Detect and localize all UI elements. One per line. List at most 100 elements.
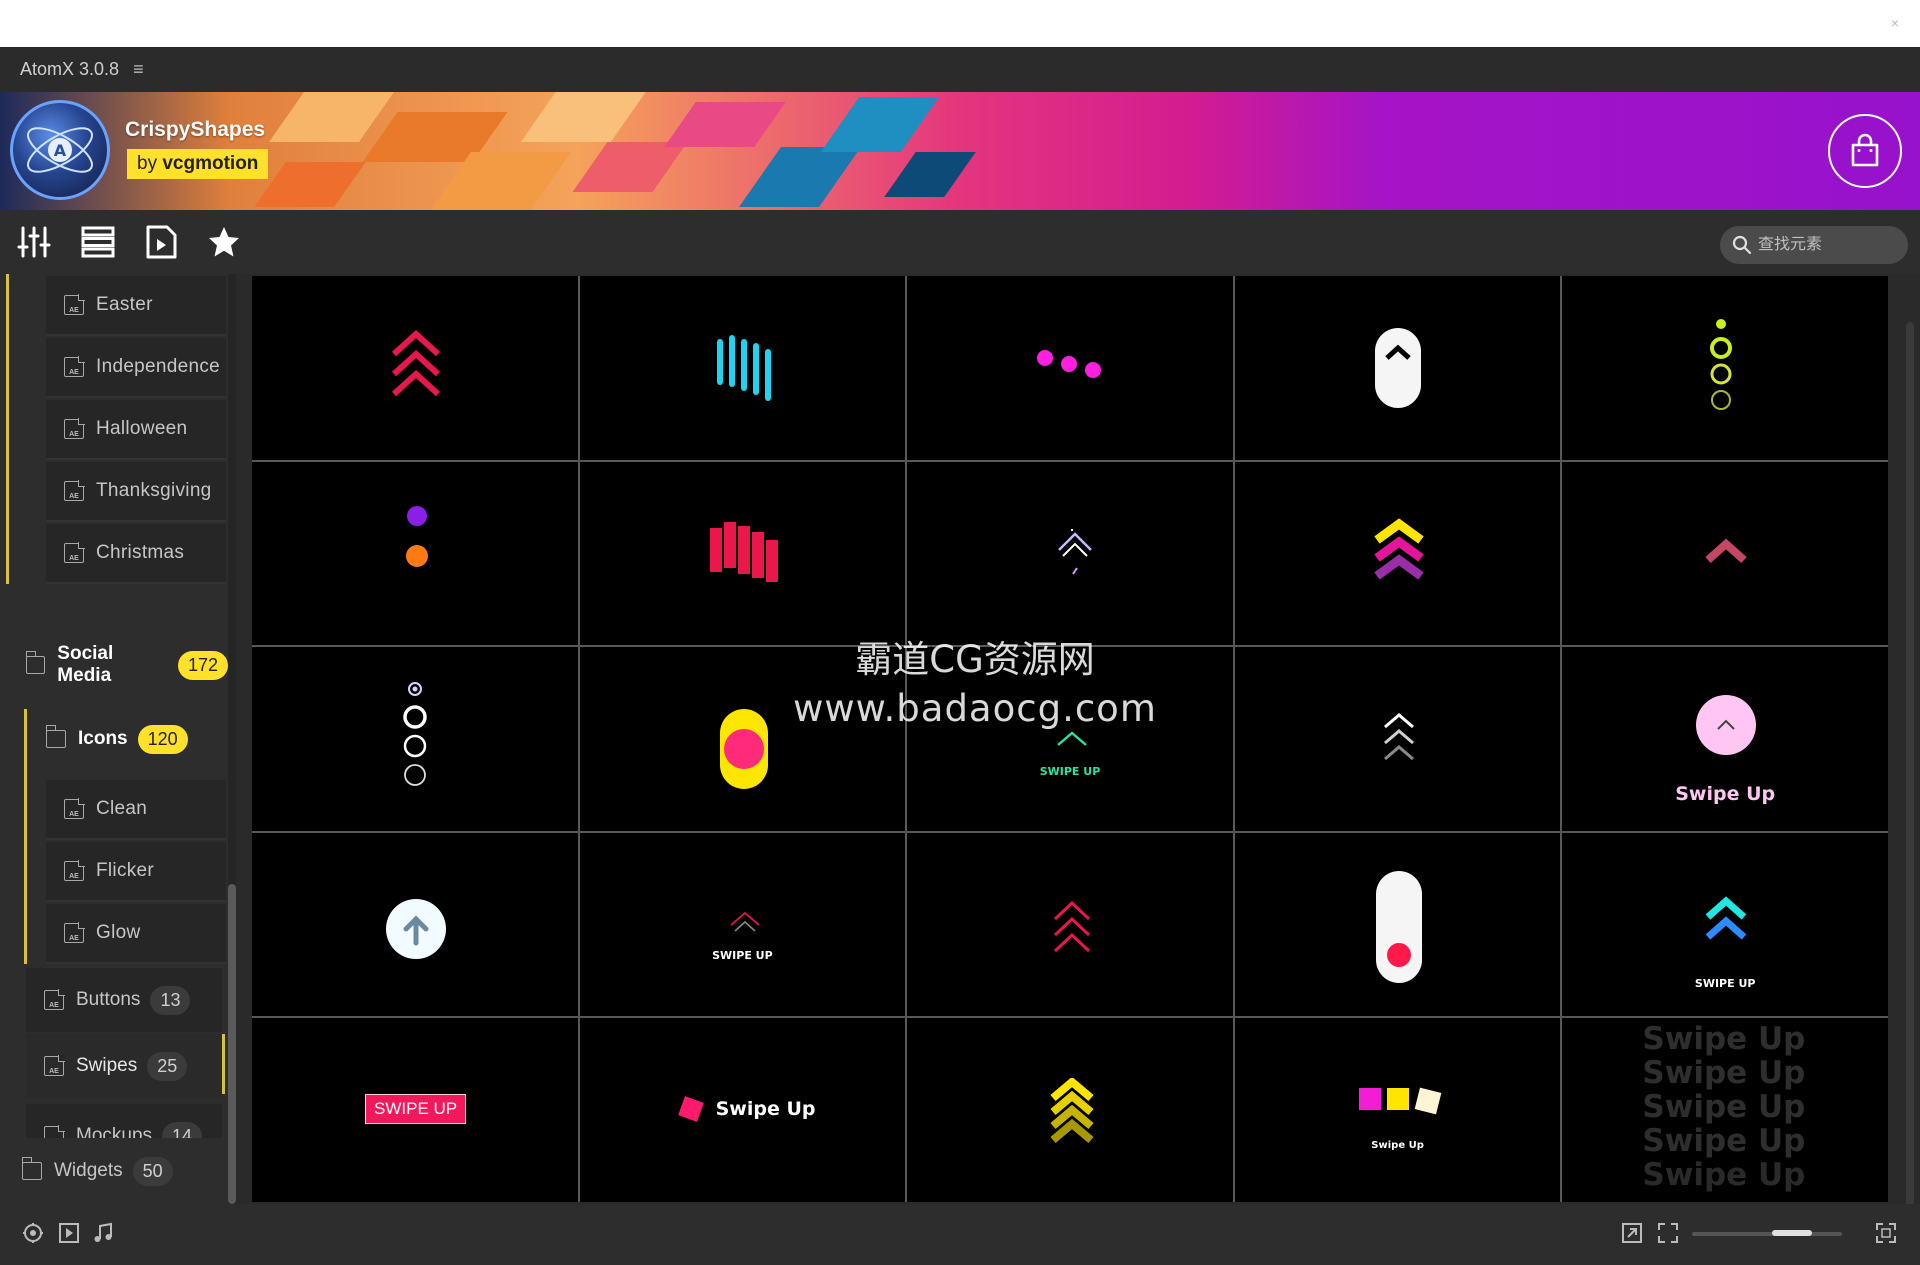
preset-tile[interactable]: SWIPE UP [907, 647, 1233, 831]
star-icon[interactable] [206, 224, 242, 260]
preset-tile[interactable] [907, 1018, 1233, 1202]
ae-file-icon: AE [64, 922, 85, 943]
author-name: vcgmotion [162, 153, 259, 174]
preset-tile[interactable]: Swipe Up [579, 1018, 906, 1202]
ae-file-icon: AE [64, 480, 85, 501]
preset-tile[interactable]: SWIPE UP [252, 1018, 578, 1202]
ae-file-icon: AE [64, 294, 85, 315]
swipe-up-label: SWIPE UP [1694, 976, 1756, 990]
shopping-bag-icon [1851, 133, 1879, 167]
title-bar: AtomX 3.0.8 ≡ [0, 47, 1920, 92]
sidebar-item-flicker[interactable]: AE Flicker [46, 842, 226, 902]
sidebar-item-label: Independence [96, 356, 221, 377]
preset-tile[interactable] [252, 276, 578, 460]
preset-tile[interactable]: Swipe Up [1234, 1018, 1561, 1202]
folder-icon [22, 1157, 42, 1180]
sidebar-item-halloween[interactable]: AE Halloween [46, 400, 226, 460]
preset-tile[interactable] [1234, 832, 1561, 1017]
selection-marker [222, 1034, 225, 1094]
preset-tile[interactable]: Swipe Up Swipe Up Swipe Up Swipe Up Swip… [1562, 1018, 1888, 1202]
preset-tile[interactable] [1562, 276, 1888, 460]
pack-banner: A CrispyShapes by vcgmotion [0, 92, 1920, 210]
preset-tile[interactable] [1234, 461, 1561, 646]
preset-tile[interactable] [252, 461, 578, 646]
panel-splitter[interactable] [236, 274, 252, 1204]
tree-guide-line [6, 274, 9, 584]
category-sidebar: AE Easter AE Independence AE Halloween A… [0, 274, 228, 1204]
svg-text:A: A [54, 141, 67, 160]
play-box-icon[interactable] [56, 1220, 82, 1246]
sidebar-item-christmas[interactable]: AE Christmas [46, 524, 226, 584]
preset-tile[interactable] [579, 461, 906, 646]
sidebar-item-thanksgiving[interactable]: AE Thanksgiving [46, 462, 226, 522]
preset-tile[interactable] [252, 647, 578, 831]
sliders-icon[interactable] [16, 224, 52, 260]
music-note-icon[interactable] [90, 1220, 116, 1246]
sidebar-item-label: Glow [96, 922, 141, 943]
zoom-slider[interactable] [1692, 1230, 1842, 1236]
swipe-up-label: Swipe Up [1675, 783, 1776, 806]
status-bar [0, 1204, 1920, 1265]
sidebar-folder-social-media[interactable]: Social Media 172 [8, 634, 228, 696]
preset-tile[interactable] [907, 276, 1233, 460]
atomx-logo: A [10, 100, 110, 200]
pack-author-badge[interactable]: by vcgmotion [127, 149, 269, 179]
preset-tile[interactable] [252, 832, 578, 1017]
folder-icon [26, 651, 46, 674]
tree-guide-line [24, 709, 27, 964]
swipe-up-label: Swipe Up [1642, 1055, 1806, 1092]
count-badge: 50 [132, 1156, 173, 1186]
ae-file-icon: AE [64, 418, 85, 439]
preset-tile[interactable]: SWIPE UP [1562, 832, 1888, 1017]
sidebar-folder-label: Social Media [57, 643, 114, 686]
sidebar-item-glow[interactable]: AE Glow [46, 904, 226, 964]
close-icon[interactable]: × [1880, 9, 1910, 37]
hamburger-icon[interactable]: ≡ [133, 59, 144, 80]
ae-file-icon: AE [64, 542, 85, 563]
sidebar-item-label: Swipes [76, 1055, 138, 1076]
preset-tile[interactable] [1562, 461, 1888, 646]
camera-icon[interactable] [20, 1220, 46, 1246]
sidebar-item-label: Thanksgiving [96, 480, 212, 501]
expand-icon[interactable] [1873, 1220, 1899, 1246]
swipe-up-label: SWIPE UP [712, 948, 773, 962]
swipe-up-label: Swipe Up [1642, 1157, 1806, 1194]
sidebar-folder-widgets[interactable]: Widgets 50 [0, 1138, 228, 1204]
preset-tile[interactable] [907, 461, 1233, 646]
search-box[interactable] [1720, 226, 1908, 264]
sidebar-item-label: Halloween [96, 418, 188, 439]
sidebar-item-label: Buttons [76, 989, 141, 1010]
fullscreen-icon[interactable] [1655, 1220, 1681, 1246]
sidebar-item-label: Clean [96, 798, 148, 819]
sidebar-folder-icons[interactable]: Icons 120 [28, 708, 228, 770]
sidebar-item-independence[interactable]: AE Independence [46, 338, 226, 398]
preset-tile[interactable] [579, 647, 906, 831]
zoom-slider-knob[interactable] [1772, 1230, 1812, 1236]
ae-file-icon: AE [44, 989, 65, 1010]
preset-tile[interactable] [579, 276, 906, 460]
app-title: AtomX 3.0.8 [20, 59, 120, 79]
media-icon[interactable] [143, 224, 179, 260]
scrollbar-thumb[interactable] [228, 884, 236, 1204]
sidebar-item-clean[interactable]: AE Clean [46, 780, 226, 840]
sidebar-item-buttons[interactable]: AE Buttons 13 [26, 968, 222, 1032]
list-icon[interactable] [80, 224, 116, 260]
search-icon [1732, 235, 1752, 255]
swipe-up-label: Swipe Up [1642, 1089, 1806, 1126]
sidebar-item-easter[interactable]: AE Easter [46, 276, 226, 336]
sidebar-item-label: Easter [96, 294, 153, 315]
sidebar-folder-label: Widgets [54, 1160, 123, 1181]
export-icon[interactable] [1619, 1220, 1645, 1246]
sidebar-scrollbar[interactable] [228, 274, 236, 1204]
search-input[interactable] [1758, 236, 1888, 254]
grid-scrollbar[interactable] [1906, 322, 1914, 1242]
sidebar-item-label: Flicker [96, 860, 155, 881]
preset-tile[interactable] [1234, 647, 1561, 831]
shopping-bag-button[interactable] [1828, 114, 1902, 188]
preset-tile[interactable]: Swipe Up [1562, 647, 1888, 831]
preset-tile[interactable] [907, 832, 1233, 1017]
sidebar-item-swipes[interactable]: AE Swipes 25 [26, 1034, 222, 1098]
preset-tile[interactable]: SWIPE UP [579, 832, 906, 1017]
preset-tile[interactable] [1234, 276, 1561, 460]
swipe-up-label: Swipe Up [1371, 1140, 1424, 1152]
